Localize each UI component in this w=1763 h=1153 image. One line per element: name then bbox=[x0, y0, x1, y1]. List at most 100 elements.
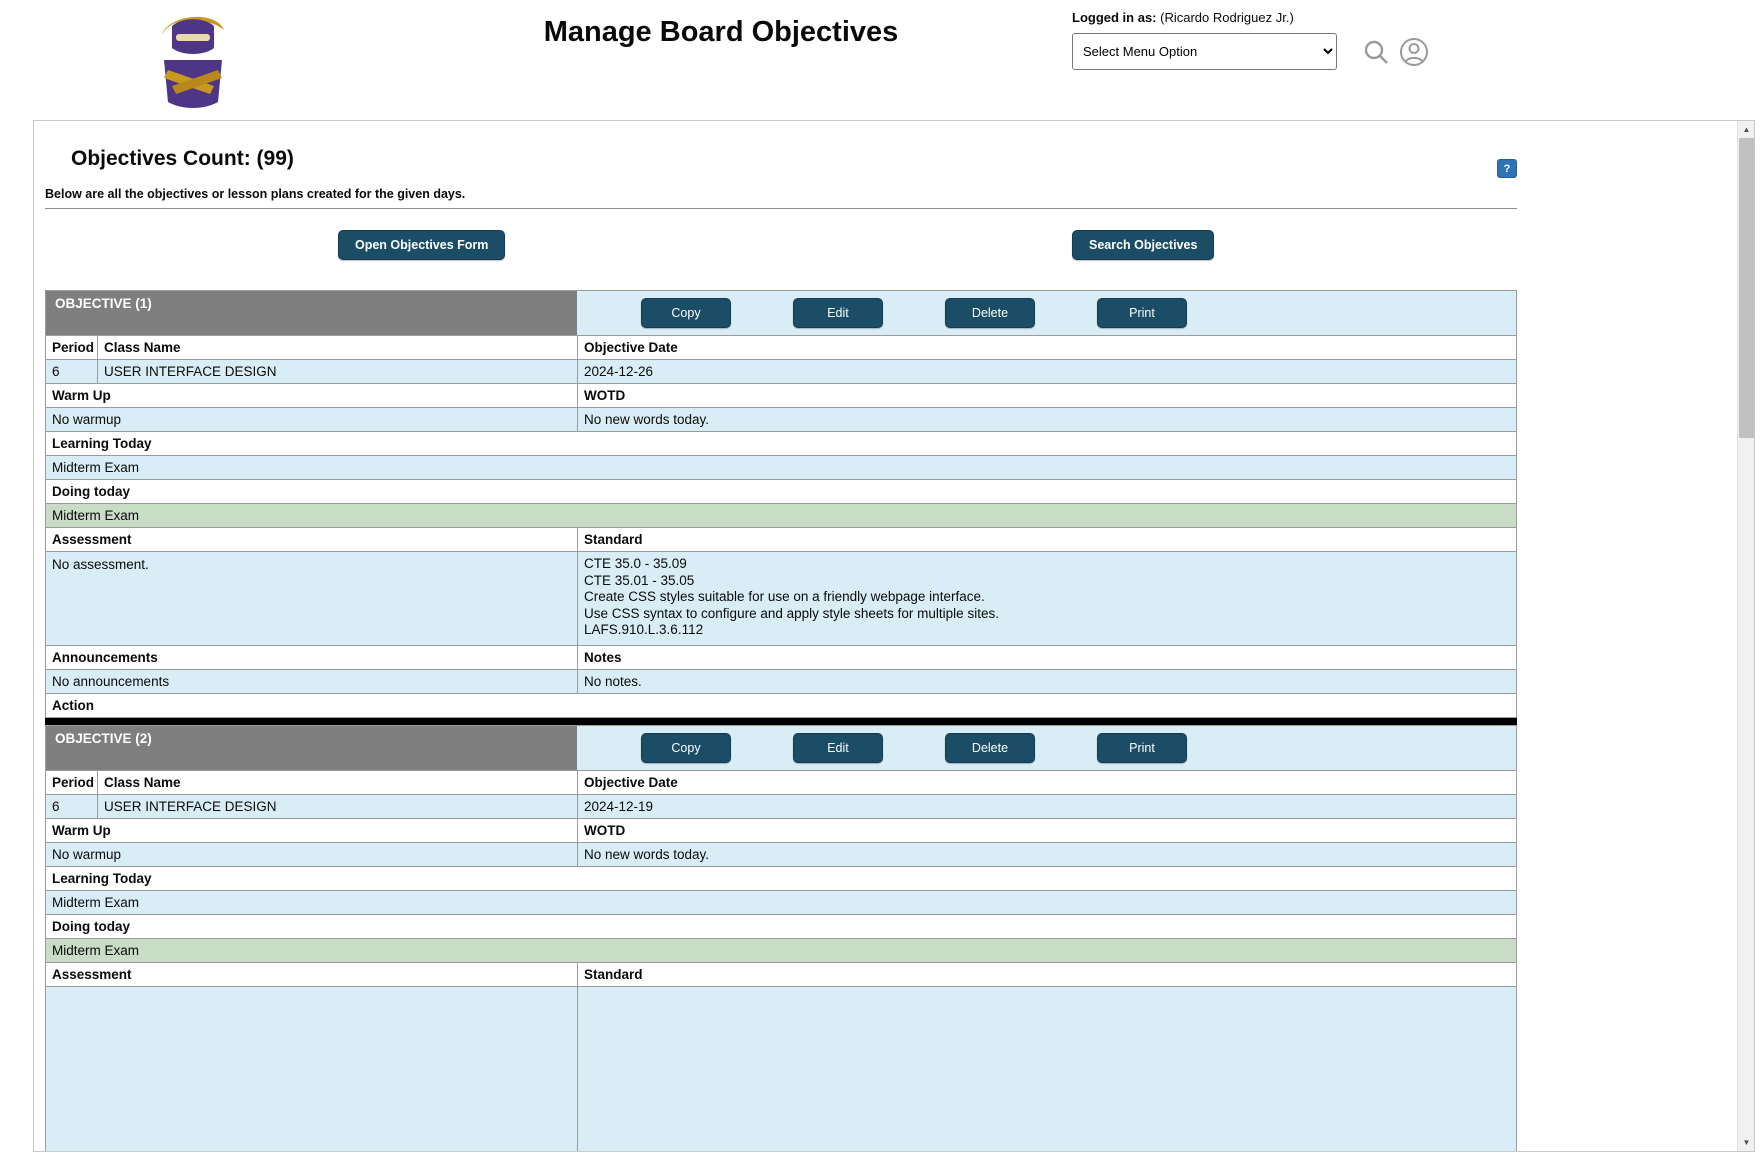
header-row: Assessment Standard bbox=[45, 528, 1517, 552]
header-row: Action bbox=[45, 694, 1517, 718]
notes-value: No notes. bbox=[577, 670, 1516, 693]
subtitle-divider bbox=[45, 208, 1517, 209]
menu-select[interactable]: Select Menu Option bbox=[1072, 33, 1337, 70]
objectives-count-heading: Objectives Count: (99) bbox=[71, 147, 1517, 171]
standard-header: Standard bbox=[577, 528, 1516, 551]
assessment-header: Assessment bbox=[46, 528, 577, 551]
edit-button[interactable]: Edit bbox=[793, 733, 883, 763]
objective-card-2: OBJECTIVE (2) Copy Edit Delete Print Per… bbox=[45, 725, 1517, 1153]
header-row: Warm Up WOTD bbox=[45, 819, 1517, 843]
class-name-value: USER INTERFACE DESIGN bbox=[97, 360, 577, 383]
period-header: Period bbox=[46, 336, 97, 359]
data-row: No announcements No notes. bbox=[45, 670, 1517, 694]
account-icon[interactable] bbox=[1399, 37, 1429, 67]
learning-today-value: Midterm Exam bbox=[46, 891, 1516, 914]
period-value: 6 bbox=[46, 360, 97, 383]
doing-today-row: Midterm Exam bbox=[45, 504, 1517, 528]
search-icon[interactable] bbox=[1361, 37, 1391, 67]
announcements-value: No announcements bbox=[46, 670, 577, 693]
data-row: 6 USER INTERFACE DESIGN 2024-12-19 bbox=[45, 795, 1517, 819]
toolbar-row: Open Objectives Form Search Objectives bbox=[45, 230, 1517, 260]
help-button[interactable]: ? bbox=[1497, 159, 1517, 178]
scrollbar-down-icon[interactable]: ▼ bbox=[1738, 1134, 1755, 1151]
objective-title: OBJECTIVE (1) bbox=[46, 291, 577, 335]
objective-divider bbox=[45, 718, 1517, 725]
warm-up-value: No warmup bbox=[46, 408, 577, 431]
page-title: Manage Board Objectives bbox=[544, 16, 899, 49]
wotd-value: No new words today. bbox=[577, 408, 1516, 431]
warm-up-header: Warm Up bbox=[46, 384, 577, 407]
print-button[interactable]: Print bbox=[1097, 733, 1187, 763]
objective-header-row: OBJECTIVE (1) Copy Edit Delete Print bbox=[45, 290, 1517, 336]
period-value: 6 bbox=[46, 795, 97, 818]
assessment-value bbox=[46, 987, 577, 1153]
data-row: Midterm Exam bbox=[45, 891, 1517, 915]
warm-up-value: No warmup bbox=[46, 843, 577, 866]
header-row: Doing today bbox=[45, 915, 1517, 939]
doing-today-header: Doing today bbox=[46, 915, 1516, 938]
class-name-header: Class Name bbox=[97, 771, 577, 794]
copy-button[interactable]: Copy bbox=[641, 733, 731, 763]
objective-date-value: 2024-12-19 bbox=[577, 795, 1516, 818]
scrollbar-up-icon[interactable]: ▲ bbox=[1738, 121, 1755, 138]
page-header: Manage Board Objectives Logged in as: (R… bbox=[0, 0, 1763, 120]
assessment-header: Assessment bbox=[46, 963, 577, 986]
delete-button[interactable]: Delete bbox=[945, 298, 1035, 328]
school-logo bbox=[148, 8, 238, 112]
data-row bbox=[45, 987, 1517, 1153]
action-header: Action bbox=[46, 694, 1516, 717]
logged-in-status: Logged in as: (Ricardo Rodriguez Jr.) bbox=[1072, 10, 1492, 25]
standard-line: CTE 35.0 - 35.09 bbox=[584, 556, 1510, 573]
print-button[interactable]: Print bbox=[1097, 298, 1187, 328]
announcements-header: Announcements bbox=[46, 646, 577, 669]
scrollbar-thumb[interactable] bbox=[1739, 138, 1754, 438]
header-row: Assessment Standard bbox=[45, 963, 1517, 987]
header-row: Learning Today bbox=[45, 432, 1517, 456]
objective-date-header: Objective Date bbox=[577, 771, 1516, 794]
class-name-value: USER INTERFACE DESIGN bbox=[97, 795, 577, 818]
learning-today-value: Midterm Exam bbox=[46, 456, 1516, 479]
class-name-header: Class Name bbox=[97, 336, 577, 359]
objective-header-row: OBJECTIVE (2) Copy Edit Delete Print bbox=[45, 725, 1517, 771]
header-row: Doing today bbox=[45, 480, 1517, 504]
vertical-scrollbar[interactable]: ▲ ▼ bbox=[1737, 121, 1754, 1151]
wotd-header: WOTD bbox=[577, 384, 1516, 407]
header-row: Period Class Name Objective Date bbox=[45, 771, 1517, 795]
warm-up-header: Warm Up bbox=[46, 819, 577, 842]
standard-line: Create CSS styles suitable for use on a … bbox=[584, 589, 1510, 606]
copy-button[interactable]: Copy bbox=[641, 298, 731, 328]
learning-today-header: Learning Today bbox=[46, 432, 1516, 455]
data-row: No assessment. CTE 35.0 - 35.09 CTE 35.0… bbox=[45, 552, 1517, 646]
objective-actions: Copy Edit Delete Print bbox=[577, 726, 1516, 770]
objective-title: OBJECTIVE (2) bbox=[46, 726, 577, 770]
content-frame: ▲ ▼ ? Objectives Count: (99) Below are a… bbox=[33, 120, 1755, 1152]
doing-today-value: Midterm Exam bbox=[46, 939, 1516, 962]
standard-line: LAFS.910.L.3.6.112 bbox=[584, 622, 1510, 639]
frame-content: ? Objectives Count: (99) Below are all t… bbox=[45, 147, 1517, 1152]
doing-today-value: Midterm Exam bbox=[46, 504, 1516, 527]
logged-in-label: Logged in as: bbox=[1072, 10, 1157, 25]
data-row: Midterm Exam bbox=[45, 456, 1517, 480]
data-row: 6 USER INTERFACE DESIGN 2024-12-26 bbox=[45, 360, 1517, 384]
standard-header: Standard bbox=[577, 963, 1516, 986]
objective-card-1: OBJECTIVE (1) Copy Edit Delete Print Per… bbox=[45, 290, 1517, 725]
standard-line: CTE 35.01 - 35.05 bbox=[584, 573, 1510, 590]
edit-button[interactable]: Edit bbox=[793, 298, 883, 328]
header-row: Learning Today bbox=[45, 867, 1517, 891]
wotd-header: WOTD bbox=[577, 819, 1516, 842]
open-objectives-form-button[interactable]: Open Objectives Form bbox=[338, 230, 505, 260]
header-row: Period Class Name Objective Date bbox=[45, 336, 1517, 360]
search-objectives-button[interactable]: Search Objectives bbox=[1072, 230, 1214, 260]
objective-date-value: 2024-12-26 bbox=[577, 360, 1516, 383]
notes-header: Notes bbox=[577, 646, 1516, 669]
standard-value bbox=[577, 987, 1516, 1153]
delete-button[interactable]: Delete bbox=[945, 733, 1035, 763]
standard-line: Use CSS syntax to configure and apply st… bbox=[584, 606, 1510, 623]
data-row: No warmup No new words today. bbox=[45, 408, 1517, 432]
standard-value: CTE 35.0 - 35.09 CTE 35.01 - 35.05 Creat… bbox=[577, 552, 1516, 645]
doing-today-header: Doing today bbox=[46, 480, 1516, 503]
data-row: No warmup No new words today. bbox=[45, 843, 1517, 867]
user-area: Logged in as: (Ricardo Rodriguez Jr.) Se… bbox=[1072, 10, 1492, 70]
header-row: Warm Up WOTD bbox=[45, 384, 1517, 408]
period-header: Period bbox=[46, 771, 97, 794]
